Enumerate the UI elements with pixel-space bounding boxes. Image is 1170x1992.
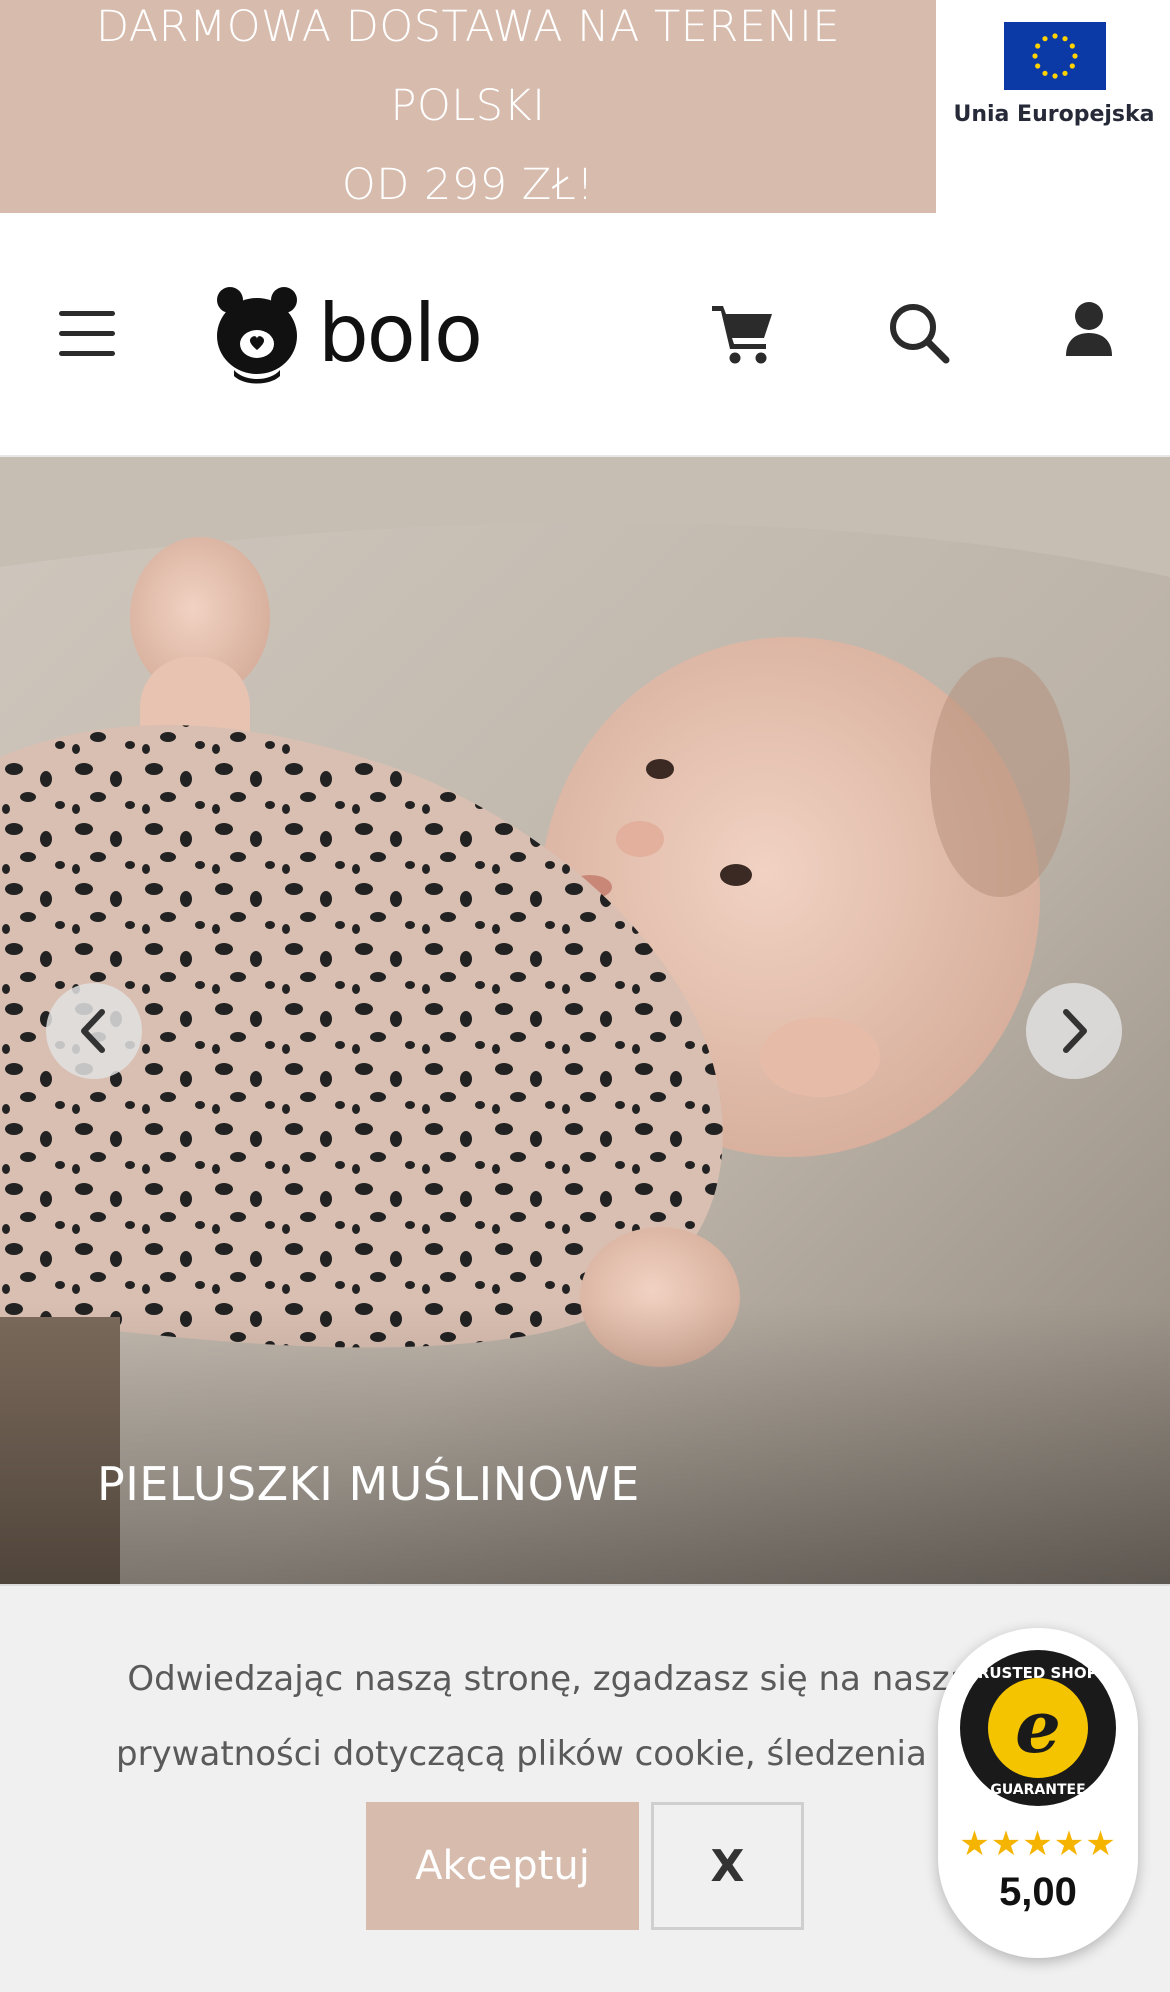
eu-label: Unia Europejska	[953, 102, 1155, 127]
user-icon[interactable]	[1054, 296, 1124, 366]
chevron-right-icon[interactable]	[1026, 983, 1122, 1079]
chevron-left-icon[interactable]	[46, 983, 142, 1079]
hero-image	[0, 457, 1170, 1584]
promo-banner: DARMOWA DOSTAWA NA TERENIE POLSKI OD 299…	[0, 0, 936, 213]
trusted-shops-badge[interactable]: e TRUSTED SHOPS GUARANTEE ★★★★★ 5,00	[938, 1628, 1138, 1958]
hero-slider[interactable]: PIELUSZKI MUŚLINOWE	[0, 457, 1170, 1584]
bear-logo-icon	[217, 287, 297, 384]
seal-top-text: TRUSTED SHOPS	[968, 1664, 1109, 1682]
cart-icon[interactable]	[708, 298, 778, 368]
rating-value: 5,00	[999, 1870, 1077, 1914]
accept-cookies-button[interactable]: Akceptuj	[366, 1802, 639, 1930]
menu-icon[interactable]	[57, 309, 117, 359]
close-cookies-button[interactable]: X	[651, 1802, 804, 1930]
logo[interactable]: bolo	[214, 284, 504, 384]
seal-bottom-text: GUARANTEE	[990, 1782, 1085, 1798]
site-header: bolo	[0, 213, 1170, 457]
eu-flag-icon	[1004, 22, 1106, 90]
promo-line-1: DARMOWA DOSTAWA NA TERENIE POLSKI	[95, 2, 841, 131]
promo-text: DARMOWA DOSTAWA NA TERENIE POLSKI OD 299…	[20, 0, 916, 225]
svg-text:e: e	[1015, 1684, 1061, 1769]
logo-text: bolo	[318, 287, 483, 380]
slide-caption[interactable]: PIELUSZKI MUŚLINOWE	[97, 1457, 640, 1511]
rating-stars-icon: ★★★★★	[959, 1825, 1117, 1863]
search-icon[interactable]	[884, 298, 954, 368]
trusted-shops-seal-icon: e TRUSTED SHOPS GUARANTEE	[960, 1650, 1116, 1806]
